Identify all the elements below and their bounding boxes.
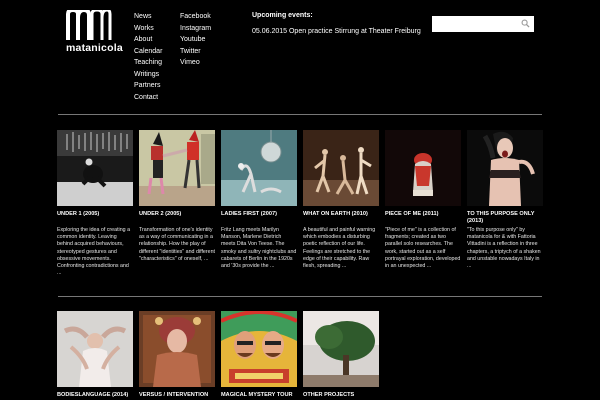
work-title[interactable]: TO THIS PURPOSE ONLY (2013) bbox=[467, 211, 543, 225]
site-logo[interactable]: matanicola bbox=[66, 10, 124, 54]
work-card-piece-of-me[interactable]: PIECE OF ME (2011) "Piece of me" is a co… bbox=[385, 130, 461, 285]
nav-item-writings[interactable]: Writings bbox=[134, 69, 162, 81]
work-thumbnail[interactable] bbox=[303, 311, 379, 387]
logo-text: matanicola bbox=[66, 42, 123, 54]
work-title[interactable]: OTHER PROJECTS bbox=[303, 392, 379, 400]
header-divider bbox=[58, 114, 542, 115]
work-title[interactable]: LADIES FIRST (2007) bbox=[221, 211, 297, 225]
search-box bbox=[432, 16, 534, 36]
work-thumbnail[interactable] bbox=[139, 311, 215, 387]
work-card-under-1[interactable]: UNDER 1 (2005) Exploring the idea of cre… bbox=[57, 130, 133, 285]
work-title[interactable]: WHAT ON EARTH (2010) bbox=[303, 211, 379, 225]
main-nav: News Works About Calendar Teaching Writi… bbox=[134, 11, 162, 103]
work-card-ladies-first[interactable]: LADIES FIRST (2007) Fritz Lang meets Mar… bbox=[221, 130, 297, 285]
events-heading: Upcoming events: bbox=[252, 12, 313, 19]
work-thumbnail[interactable] bbox=[221, 130, 297, 206]
search-icon[interactable] bbox=[521, 19, 530, 28]
event-link[interactable]: 05.06.2015 Open practice Stirrung at The… bbox=[252, 28, 421, 35]
nav-item-contact[interactable]: Contact bbox=[134, 92, 162, 104]
nav-item-calendar[interactable]: Calendar bbox=[134, 46, 162, 58]
section-divider bbox=[58, 296, 542, 297]
work-description: Fritz Lang meets Marilyn Manson, Marlene… bbox=[221, 227, 297, 270]
social-nav: Facebook Instagram Youtube Twitter Vimeo bbox=[180, 11, 211, 69]
nav-item-partners[interactable]: Partners bbox=[134, 80, 162, 92]
work-thumbnail[interactable] bbox=[57, 311, 133, 387]
work-thumbnail[interactable] bbox=[467, 130, 543, 206]
social-link-youtube[interactable]: Youtube bbox=[180, 34, 211, 46]
work-title[interactable]: PIECE OF ME (2011) bbox=[385, 211, 461, 225]
social-link-instagram[interactable]: Instagram bbox=[180, 23, 211, 35]
nav-item-about[interactable]: About bbox=[134, 34, 162, 46]
work-title[interactable]: UNDER 2 (2005) bbox=[139, 211, 215, 225]
upcoming-events: Upcoming events: 05.06.2015 Open practic… bbox=[252, 12, 421, 35]
work-title[interactable]: MAGICAL MYSTERY TOUR bbox=[221, 392, 297, 400]
work-title[interactable]: UNDER 1 (2005) bbox=[57, 211, 133, 225]
work-description: "Piece of me" is a collection of fragmen… bbox=[385, 227, 461, 270]
work-thumbnail[interactable] bbox=[139, 130, 215, 206]
work-thumbnail[interactable] bbox=[385, 130, 461, 206]
work-card-to-this-purpose-only[interactable]: TO THIS PURPOSE ONLY (2013) "To this pur… bbox=[467, 130, 543, 285]
social-link-vimeo[interactable]: Vimeo bbox=[180, 57, 211, 69]
logo-mark-icon bbox=[66, 10, 112, 40]
work-title[interactable]: BODIESLANGUAGE (2014) bbox=[57, 392, 133, 400]
nav-item-news[interactable]: News bbox=[134, 11, 162, 23]
social-link-twitter[interactable]: Twitter bbox=[180, 46, 211, 58]
work-card-other-projects[interactable]: OTHER PROJECTS bbox=[303, 311, 379, 400]
work-description: A beautiful and painful warning which em… bbox=[303, 227, 376, 270]
work-card-magical-mystery-tour[interactable]: MAGICAL MYSTERY TOUR bbox=[221, 311, 297, 400]
work-thumbnail[interactable] bbox=[221, 311, 297, 387]
work-thumbnail[interactable] bbox=[57, 130, 133, 206]
work-thumbnail[interactable] bbox=[303, 130, 379, 206]
work-description: Exploring the idea of creating a common … bbox=[57, 227, 131, 277]
nav-item-works[interactable]: Works bbox=[134, 23, 162, 35]
search-input[interactable] bbox=[432, 19, 516, 36]
work-title[interactable]: VERSUS / INTERVENTION bbox=[139, 392, 215, 400]
work-card-under-2[interactable]: UNDER 2 (2005) Transformation of one's i… bbox=[139, 130, 215, 285]
work-card-what-on-earth[interactable]: WHAT ON EARTH (2010) A beautiful and pai… bbox=[303, 130, 379, 285]
works-grid-row-1: UNDER 1 (2005) Exploring the idea of cre… bbox=[57, 130, 543, 285]
nav-item-teaching[interactable]: Teaching bbox=[134, 57, 162, 69]
work-card-bodieslanguage[interactable]: BODIESLANGUAGE (2014) bbox=[57, 311, 133, 400]
work-description: "To this purpose only" by matanicola for… bbox=[467, 227, 541, 270]
works-grid-row-2: BODIESLANGUAGE (2014) VERSUS / INTERVENT… bbox=[57, 311, 379, 400]
social-link-facebook[interactable]: Facebook bbox=[180, 11, 211, 23]
work-description: Transformation of one's identity as a wa… bbox=[139, 227, 215, 262]
work-card-versus-intervention[interactable]: VERSUS / INTERVENTION bbox=[139, 311, 215, 400]
